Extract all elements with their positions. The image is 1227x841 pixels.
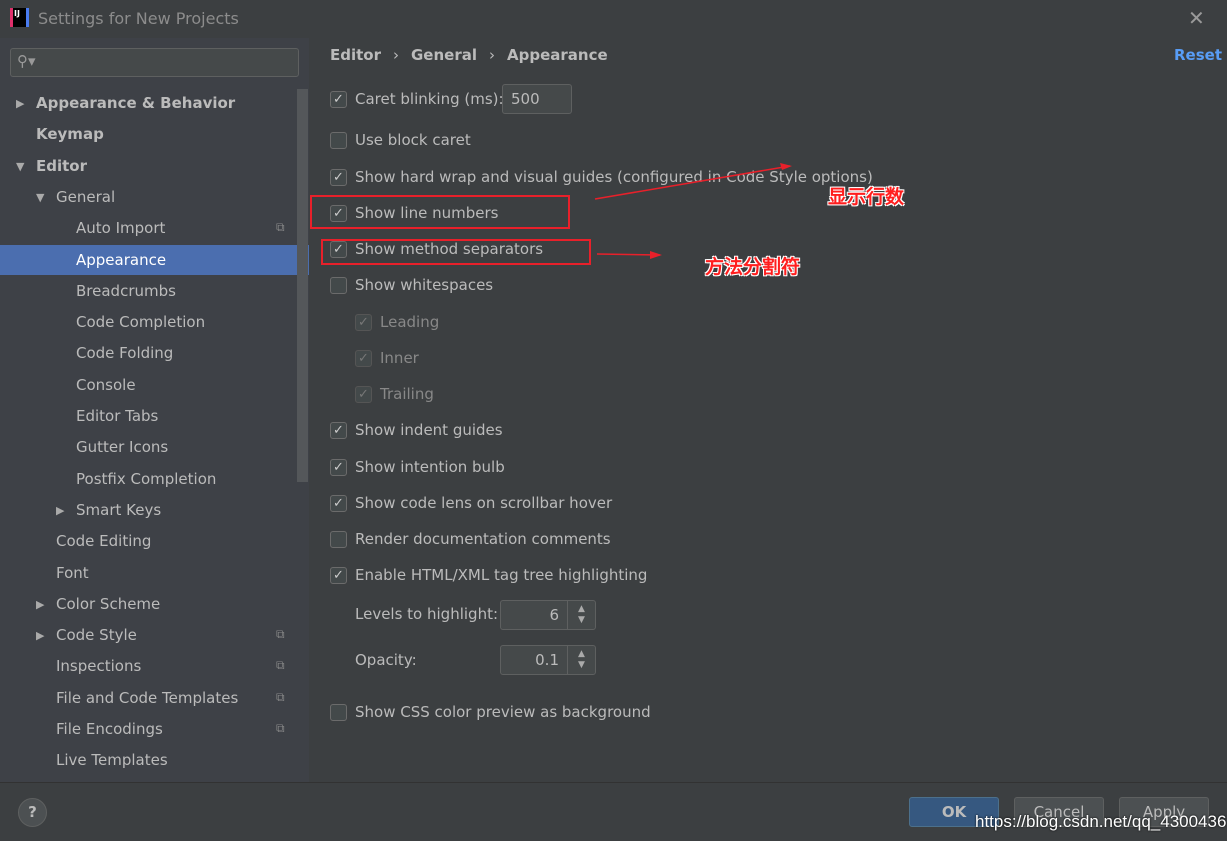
help-button[interactable]: ? xyxy=(18,798,47,827)
annotation-line-numbers: 显示行数 xyxy=(828,186,905,208)
arrow-head-icon xyxy=(780,163,792,170)
annotation-method-separators: 方法分割符 xyxy=(705,256,801,278)
arrow-head-icon xyxy=(650,251,662,259)
watermark: https://blog.csdn.net/qq_43004361 xyxy=(975,812,1227,831)
annotation-arrows xyxy=(594,163,792,259)
arrow-line-numbers xyxy=(594,165,791,200)
